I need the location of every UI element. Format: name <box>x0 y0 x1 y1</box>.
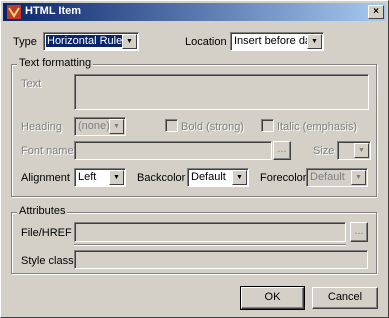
heading-select[interactable]: (none) ▼ <box>74 117 126 136</box>
chevron-down-icon[interactable]: ▼ <box>232 170 247 185</box>
size-select[interactable]: ▼ <box>337 141 371 160</box>
chevron-down-icon[interactable]: ▼ <box>351 170 366 185</box>
backcolor-select[interactable]: Default ▼ <box>187 168 249 187</box>
type-label: Type <box>13 36 37 48</box>
location-label: Location <box>185 36 227 48</box>
close-button[interactable]: × <box>368 5 384 19</box>
text-label: Text <box>21 78 42 90</box>
chevron-down-icon[interactable]: ▼ <box>122 34 137 49</box>
app-icon <box>6 4 22 20</box>
forecolor-select-value: Default <box>310 171 345 183</box>
alignment-label: Alignment <box>21 172 70 184</box>
close-icon: × <box>373 6 379 17</box>
ok-button[interactable]: OK <box>240 286 305 310</box>
divider <box>74 244 346 246</box>
attributes-group-label: Attributes <box>17 205 68 217</box>
file-browse-button[interactable]: ... <box>350 222 368 242</box>
font-name-label: Font name <box>21 145 74 157</box>
title-bar[interactable]: HTML Item × <box>3 3 386 21</box>
bold-checkbox[interactable] <box>165 119 178 132</box>
heading-label: Heading <box>21 121 62 133</box>
forecolor-label: Forecolor <box>260 172 307 184</box>
text-field[interactable] <box>74 74 369 110</box>
font-name-field[interactable] <box>74 141 272 160</box>
location-select[interactable]: Insert before data ▼ <box>230 32 324 51</box>
text-formatting-group-label: Text formatting <box>17 57 94 69</box>
bold-label: Bold (strong) <box>181 121 244 133</box>
backcolor-label: Backcolor <box>137 172 186 184</box>
alignment-select[interactable]: Left ▼ <box>74 168 126 187</box>
heading-select-value: (none) <box>78 120 110 132</box>
file-href-label: File/HREF <box>21 227 72 239</box>
forecolor-select[interactable]: Default ▼ <box>306 168 368 187</box>
cancel-button[interactable]: Cancel <box>312 287 378 309</box>
window-title: HTML Item <box>25 5 82 17</box>
type-select-value: Horizontal Rule <box>46 35 124 47</box>
font-browse-button[interactable]: ... <box>273 141 291 160</box>
italic-checkbox[interactable] <box>261 119 274 132</box>
chevron-down-icon[interactable]: ▼ <box>109 170 124 185</box>
chevron-down-icon[interactable]: ▼ <box>354 143 369 158</box>
chevron-down-icon[interactable]: ▼ <box>109 119 124 134</box>
style-class-field[interactable] <box>74 250 368 269</box>
html-item-dialog: HTML Item × Type Horizontal Rule ▼ Locat… <box>0 0 389 318</box>
style-class-label: Style class <box>21 255 74 267</box>
type-select[interactable]: Horizontal Rule ▼ <box>43 32 139 51</box>
file-href-field[interactable] <box>74 222 346 242</box>
size-label: Size <box>313 145 335 157</box>
backcolor-select-value: Default <box>191 171 226 183</box>
chevron-down-icon[interactable]: ▼ <box>307 34 322 49</box>
alignment-select-value: Left <box>78 171 97 183</box>
italic-label: Italic (emphasis) <box>277 121 358 133</box>
